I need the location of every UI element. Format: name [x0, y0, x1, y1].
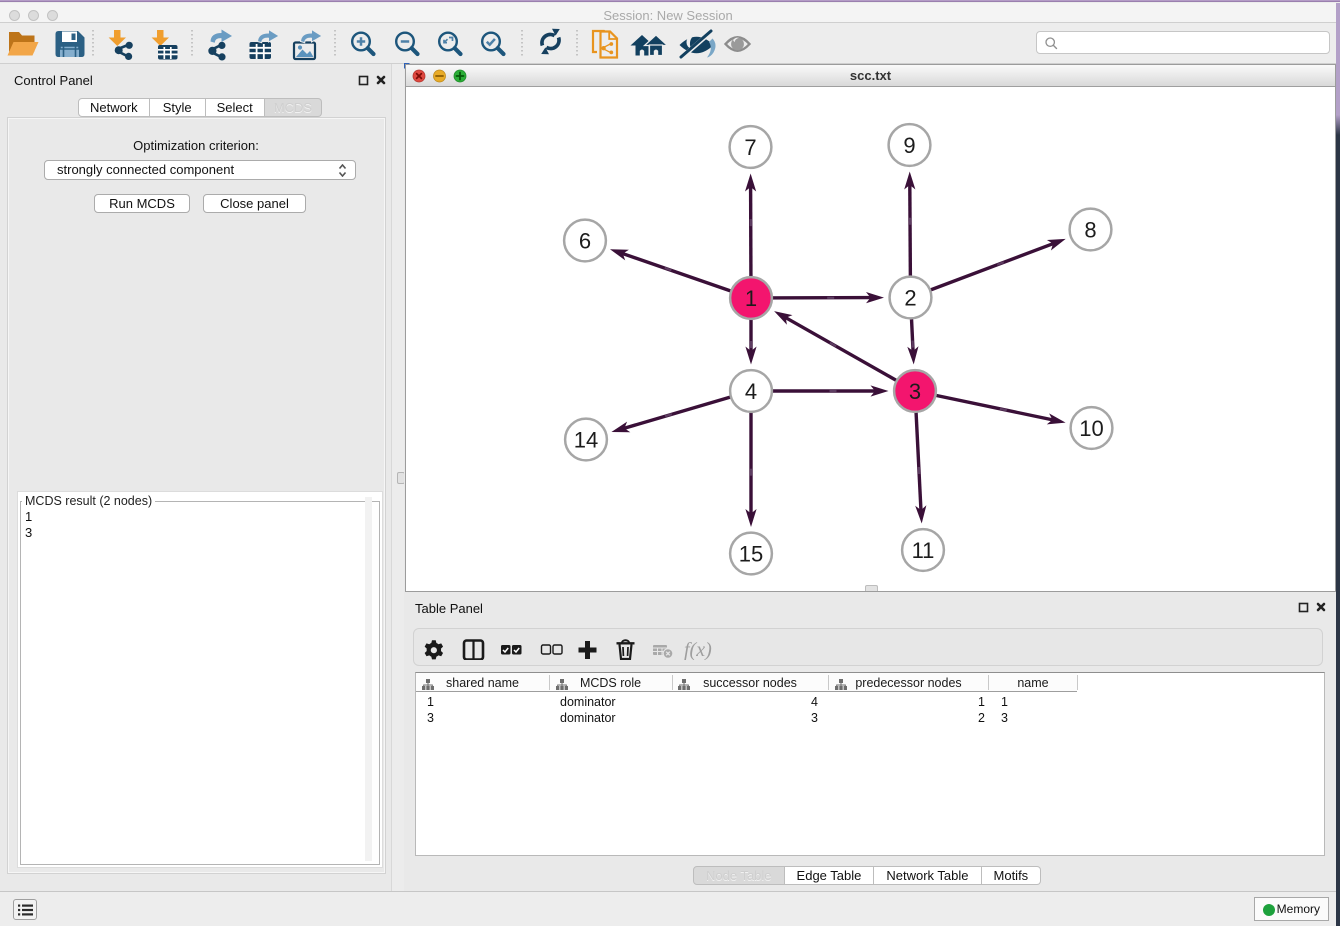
- svg-text:15: 15: [739, 542, 763, 567]
- svg-text:f(x): f(x): [684, 639, 712, 660]
- svg-text:4: 4: [745, 379, 757, 404]
- svg-text:6: 6: [579, 229, 591, 254]
- svg-text:7: 7: [744, 135, 756, 160]
- svg-text:11: 11: [912, 538, 935, 563]
- svg-text:10: 10: [1079, 416, 1103, 441]
- svg-text:9: 9: [903, 133, 915, 158]
- svg-text:1: 1: [745, 286, 757, 311]
- svg-text:8: 8: [1084, 218, 1096, 243]
- svg-text:14: 14: [574, 428, 598, 453]
- svg-text:3: 3: [909, 379, 921, 404]
- svg-text:2: 2: [904, 286, 916, 311]
